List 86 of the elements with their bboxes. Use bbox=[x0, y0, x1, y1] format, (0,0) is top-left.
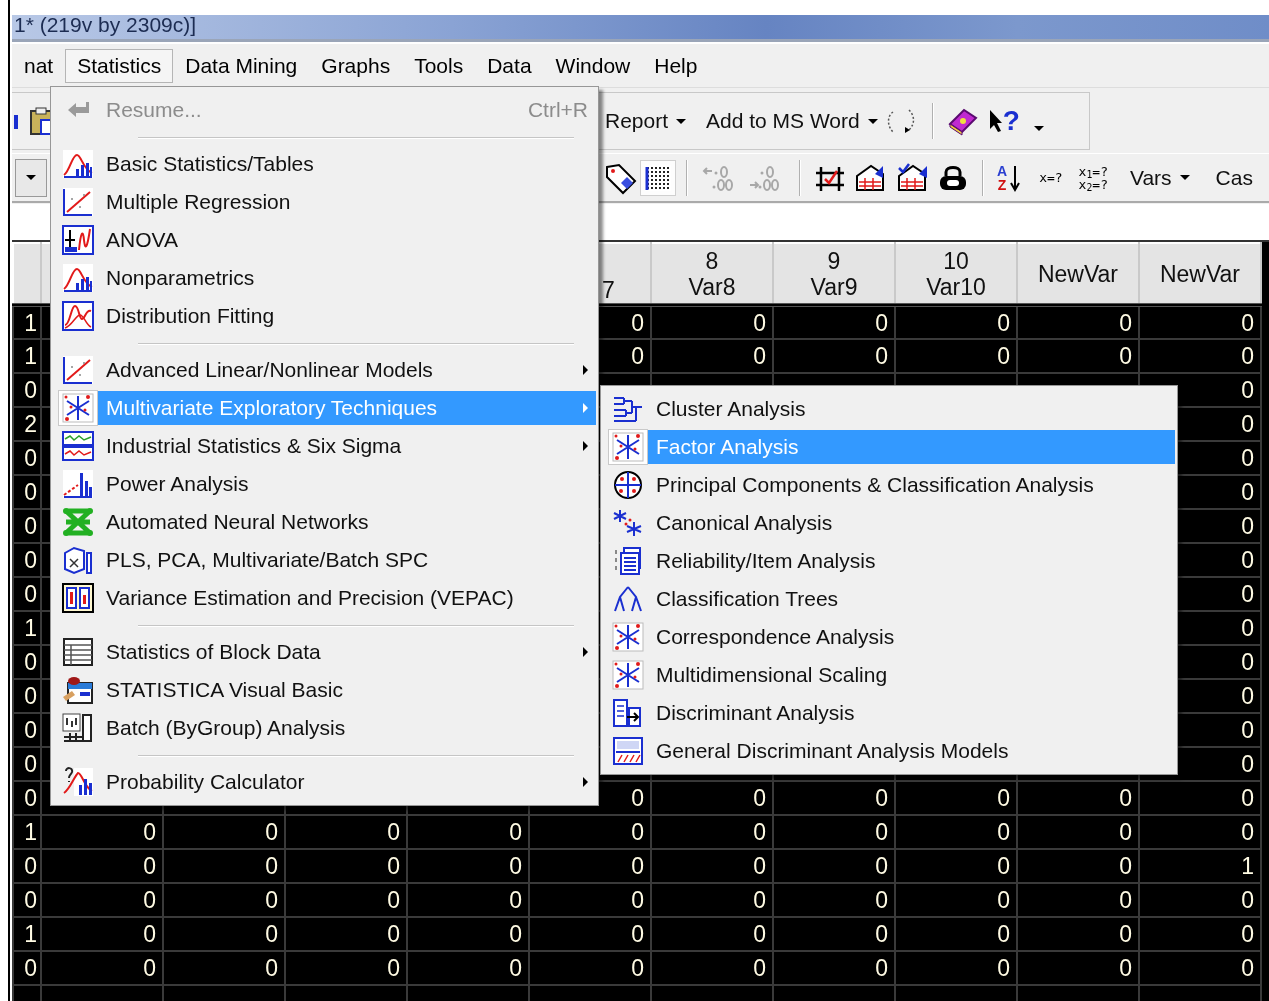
table-cell: 0 bbox=[1017, 815, 1139, 849]
table-cell: 0 bbox=[895, 339, 1017, 373]
table-cell: 0 bbox=[13, 713, 41, 747]
table-cell: 0 bbox=[651, 849, 773, 883]
table-cell: 0 bbox=[529, 849, 651, 883]
table-cell: 0 bbox=[13, 509, 41, 543]
table-cell: 0 bbox=[1139, 781, 1261, 815]
table-cell: 0 bbox=[407, 917, 529, 951]
table-cell: 0 bbox=[13, 577, 41, 611]
table-cell: 0 bbox=[1017, 883, 1139, 917]
table-cell: 0 bbox=[773, 849, 895, 883]
table-cell: 0 bbox=[1139, 339, 1261, 373]
table-cell: 0 bbox=[407, 951, 529, 985]
table-cell: 0 bbox=[13, 441, 41, 475]
table-cell: 0 bbox=[651, 815, 773, 849]
table-cell: 0 bbox=[773, 305, 895, 339]
table-cell: 0 bbox=[13, 543, 41, 577]
table-cell: 0 bbox=[163, 883, 285, 917]
table-cell: 0 bbox=[163, 917, 285, 951]
table-cell: 0 bbox=[13, 747, 41, 781]
table-cell: 0 bbox=[41, 951, 163, 985]
table-cell: 0 bbox=[1139, 815, 1261, 849]
table-cell: 0 bbox=[407, 883, 529, 917]
window-title: 1* (219v by 2309c)] bbox=[14, 15, 197, 36]
table-cell: 0 bbox=[285, 951, 407, 985]
table-cell: 1 bbox=[1139, 849, 1261, 883]
table-cell: 0 bbox=[895, 883, 1017, 917]
table-cell: 0 bbox=[285, 815, 407, 849]
table-cell: 0 bbox=[407, 849, 529, 883]
table-cell: 0 bbox=[895, 951, 1017, 985]
table-cell: 0 bbox=[13, 373, 41, 407]
table-cell: 0 bbox=[651, 917, 773, 951]
table-cell: 0 bbox=[895, 917, 1017, 951]
table-cell: 0 bbox=[163, 815, 285, 849]
table-cell: 0 bbox=[895, 781, 1017, 815]
table-cell: 0 bbox=[41, 849, 163, 883]
table-cell: 0 bbox=[285, 883, 407, 917]
table-cell: 0 bbox=[651, 339, 773, 373]
table-cell: 0 bbox=[1139, 883, 1261, 917]
table-cell: 1 bbox=[13, 917, 41, 951]
table-cell: 0 bbox=[13, 951, 41, 985]
table-cell: 0 bbox=[1017, 917, 1139, 951]
table-cell: 0 bbox=[773, 951, 895, 985]
table-cell: 0 bbox=[529, 883, 651, 917]
table-cell: 0 bbox=[1139, 917, 1261, 951]
table-cell: 0 bbox=[41, 883, 163, 917]
table-cell: 1 bbox=[13, 611, 41, 645]
table-cell: 0 bbox=[773, 815, 895, 849]
table-cell: 0 bbox=[41, 917, 163, 951]
table-cell: 0 bbox=[1017, 951, 1139, 985]
table-cell: 1 bbox=[13, 305, 41, 339]
table-cell: 0 bbox=[13, 645, 41, 679]
table-cell: 0 bbox=[773, 339, 895, 373]
table-cell: 2 bbox=[13, 407, 41, 441]
table-cell: 0 bbox=[13, 781, 41, 815]
table-cell: 0 bbox=[163, 849, 285, 883]
table-cell: 0 bbox=[1139, 951, 1261, 985]
table-cell: 0 bbox=[895, 849, 1017, 883]
table-cell: 0 bbox=[773, 883, 895, 917]
table-cell: 0 bbox=[1017, 849, 1139, 883]
table-cell: 0 bbox=[529, 917, 651, 951]
table-cell: 0 bbox=[407, 815, 529, 849]
table-cell: 1 bbox=[13, 815, 41, 849]
table-cell: 0 bbox=[285, 917, 407, 951]
table-cell: 0 bbox=[773, 917, 895, 951]
table-cell: 0 bbox=[285, 849, 407, 883]
table-cell: 0 bbox=[529, 815, 651, 849]
table-cell: 0 bbox=[13, 475, 41, 509]
table-cell: 0 bbox=[651, 781, 773, 815]
table-cell: 0 bbox=[13, 679, 41, 713]
table-cell: 0 bbox=[1017, 339, 1139, 373]
table-cell: 0 bbox=[529, 951, 651, 985]
table-cell: 0 bbox=[773, 781, 895, 815]
table-cell: 0 bbox=[163, 951, 285, 985]
table-cell: 0 bbox=[13, 883, 41, 917]
table-cell: 0 bbox=[895, 815, 1017, 849]
table-cell: 0 bbox=[1139, 305, 1261, 339]
table-cell: 1 bbox=[13, 339, 41, 373]
table-cell: 0 bbox=[1017, 781, 1139, 815]
table-cell: 0 bbox=[651, 883, 773, 917]
table-cell: 0 bbox=[651, 305, 773, 339]
table-cell: 0 bbox=[895, 305, 1017, 339]
table-cell: 0 bbox=[1017, 305, 1139, 339]
table-cell: 0 bbox=[41, 815, 163, 849]
table-cell: 0 bbox=[13, 849, 41, 883]
table-cell: 0 bbox=[651, 951, 773, 985]
